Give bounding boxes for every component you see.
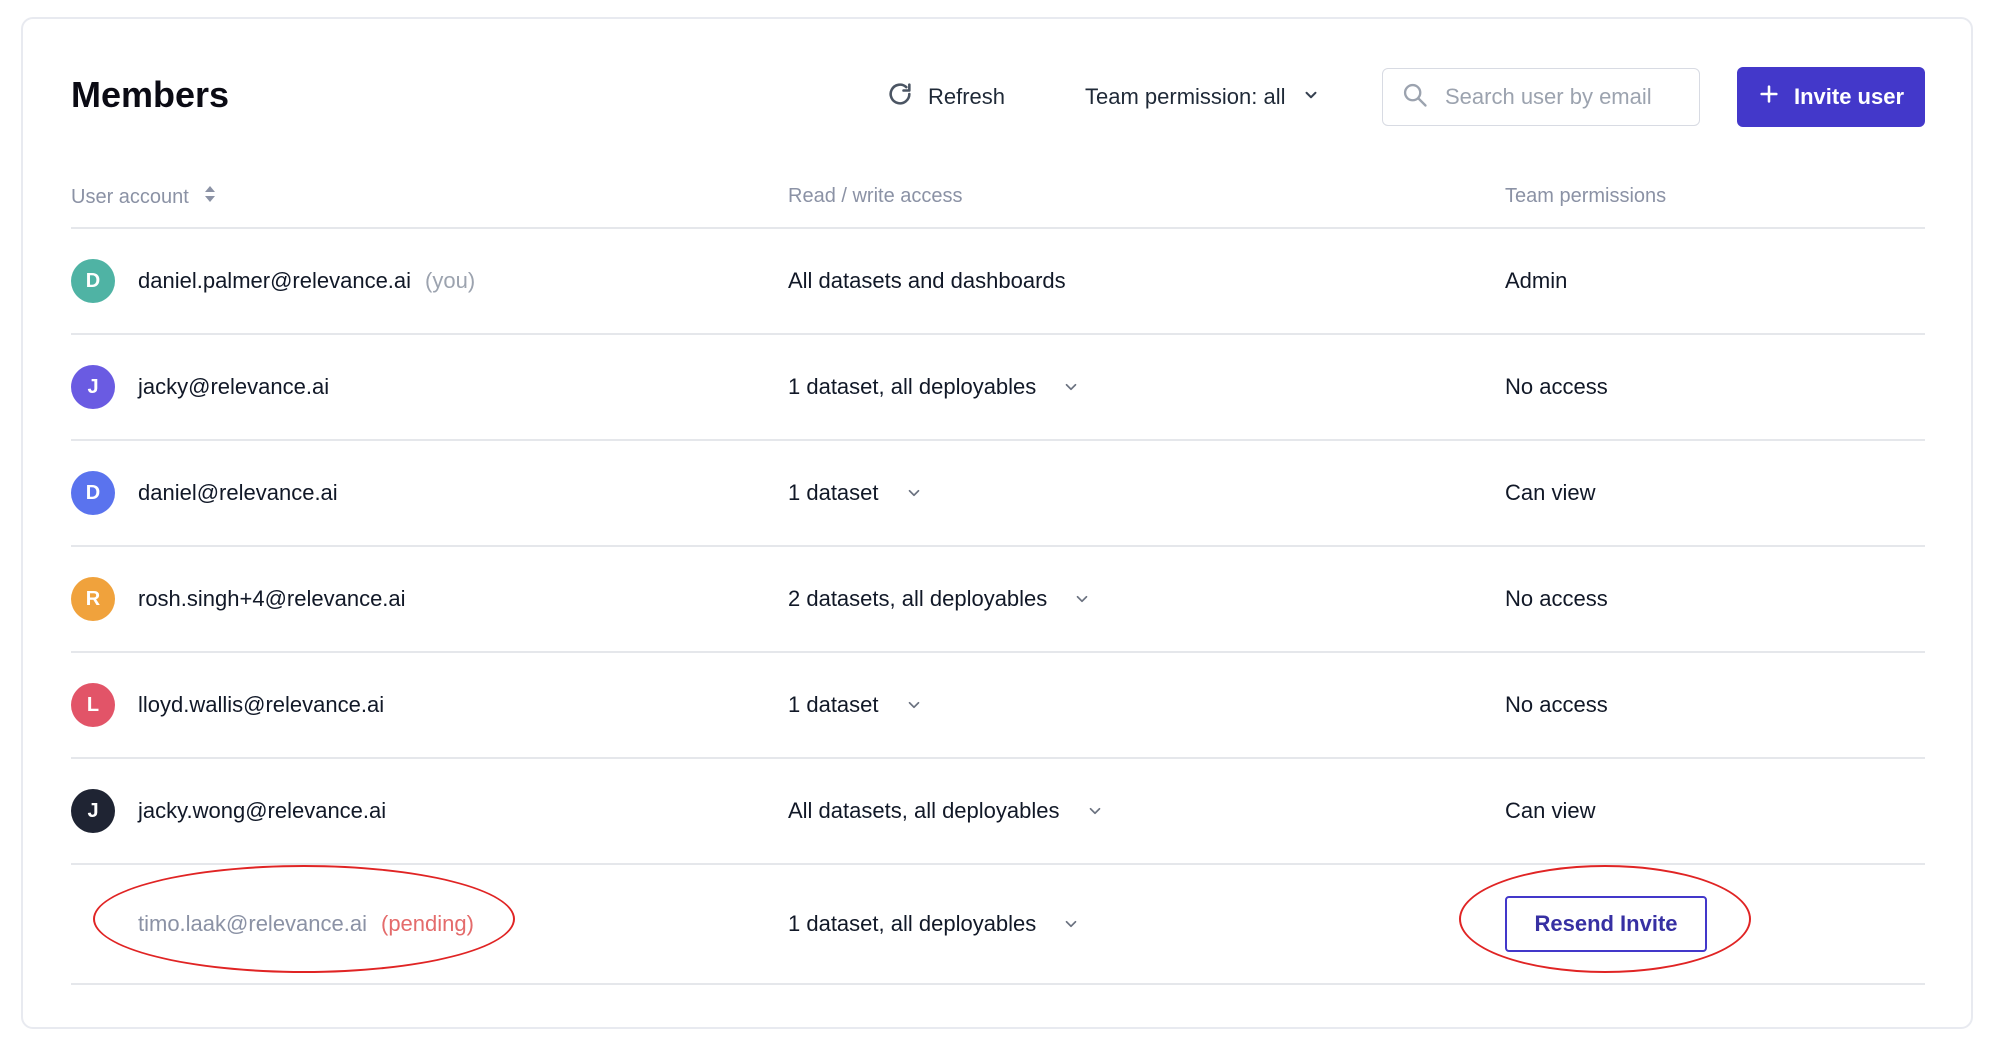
user-account-cell: D daniel.palmer@relevance.ai (you) (71, 229, 475, 333)
column-label-team-permissions: Team permissions (1505, 185, 1667, 207)
members-header: Members Refresh Team permission: all Inv… (71, 66, 1925, 128)
search-input[interactable] (1443, 83, 1677, 111)
column-header-read-write-access: Read / write access (788, 185, 963, 208)
access-cell: All datasets and dashboards (788, 229, 1066, 333)
user-account-cell: R rosh.singh+4@relevance.ai (71, 547, 406, 651)
refresh-label: Refresh (928, 84, 1006, 109)
permission-cell: No access (1505, 335, 1608, 439)
column-header-team-permissions: Team permissions (1505, 185, 1666, 208)
access-label: 2 datasets, all deployables (788, 586, 1048, 611)
avatar: D (71, 259, 115, 303)
access-dropdown[interactable]: 1 dataset, all deployables (788, 865, 1080, 983)
table-row: J jacky.wong@relevance.ai All datasets, … (71, 759, 1925, 865)
chevron-down-icon[interactable] (1062, 378, 1080, 396)
members-table: User account Read / write access Team pe… (71, 175, 1925, 985)
access-dropdown[interactable]: 2 datasets, all deployables (788, 547, 1091, 651)
table-row: J jacky@relevance.ai 1 dataset, all depl… (71, 335, 1925, 441)
pending-user-email: timo.laak@relevance.ai (138, 911, 367, 936)
access-dropdown[interactable]: 1 dataset, all deployables (788, 335, 1080, 439)
sort-icon[interactable] (203, 185, 217, 209)
permission-label: Admin (1505, 268, 1568, 293)
user-account-cell: J jacky@relevance.ai (71, 335, 329, 439)
user-email: jacky.wong@relevance.ai (138, 798, 387, 823)
user-email: daniel@relevance.ai (138, 480, 338, 505)
page-title: Members (71, 74, 230, 115)
access-dropdown[interactable]: 1 dataset (788, 653, 923, 757)
access-label: All datasets and dashboards (788, 268, 1066, 293)
avatar: J (71, 789, 115, 833)
permission-label: No access (1505, 374, 1608, 399)
permission-cell: No access (1505, 653, 1608, 757)
chevron-down-icon[interactable] (905, 696, 923, 714)
table-row: L lloyd.wallis@relevance.ai 1 dataset No… (71, 653, 1925, 759)
permission-label: No access (1505, 586, 1608, 611)
avatar: L (71, 683, 115, 727)
user-account-cell: timo.laak@relevance.ai (pending) (71, 865, 474, 983)
table-row: D daniel@relevance.ai 1 dataset Can view (71, 441, 1925, 547)
chevron-down-icon (1302, 84, 1320, 110)
invite-user-label: Invite user (1793, 84, 1905, 109)
user-email: jacky@relevance.ai (138, 374, 330, 399)
permission-label: No access (1505, 692, 1608, 717)
user-email: lloyd.wallis@relevance.ai (138, 692, 385, 717)
search-icon (1401, 81, 1429, 114)
chevron-down-icon[interactable] (905, 484, 923, 502)
avatar: D (71, 471, 115, 515)
access-label: 1 dataset (788, 480, 879, 505)
team-permission-filter[interactable]: Team permission: all (1085, 66, 1320, 128)
refresh-button[interactable]: Refresh (886, 66, 1005, 128)
access-dropdown[interactable]: All datasets, all deployables (788, 759, 1104, 863)
team-permission-filter-label: Team permission: all (1085, 84, 1286, 109)
permission-cell: Can view (1505, 441, 1595, 545)
permission-label: Can view (1505, 798, 1596, 823)
access-dropdown[interactable]: 1 dataset (788, 441, 923, 545)
column-label-read-write-access: Read / write access (788, 185, 963, 207)
table-row: D daniel.palmer@relevance.ai (you) All d… (71, 229, 1925, 335)
invite-user-button[interactable]: Invite user (1737, 67, 1925, 127)
column-label-user-account: User account (71, 185, 189, 208)
pending-tag: (pending) (381, 911, 474, 936)
chevron-down-icon[interactable] (1073, 590, 1091, 608)
you-tag: (you) (425, 268, 476, 293)
user-account-cell: L lloyd.wallis@relevance.ai (71, 653, 384, 757)
user-email: daniel.palmer@relevance.ai (138, 268, 412, 293)
search-box[interactable] (1382, 68, 1700, 126)
table-row: R rosh.singh+4@relevance.ai 2 datasets, … (71, 547, 1925, 653)
permission-cell: Admin (1505, 229, 1567, 333)
access-label: 1 dataset, all deployables (788, 911, 1037, 936)
access-label: All datasets, all deployables (788, 798, 1060, 823)
plus-icon (1758, 83, 1780, 111)
table-row-pending: timo.laak@relevance.ai (pending) 1 datas… (71, 865, 1925, 985)
chevron-down-icon[interactable] (1062, 915, 1080, 933)
chevron-down-icon[interactable] (1086, 802, 1104, 820)
permission-cell: Can view (1505, 759, 1595, 863)
avatar: J (71, 365, 115, 409)
table-header: User account Read / write access Team pe… (71, 175, 1925, 229)
column-header-user-account[interactable]: User account (71, 185, 217, 209)
avatar: R (71, 577, 115, 621)
permission-cell: No access (1505, 547, 1608, 651)
access-label: 1 dataset, all deployables (788, 374, 1037, 399)
resend-invite-button[interactable]: Resend Invite (1505, 896, 1707, 952)
refresh-icon (886, 80, 914, 114)
user-account-cell: D daniel@relevance.ai (71, 441, 338, 545)
user-email: rosh.singh+4@relevance.ai (138, 586, 406, 611)
permission-label: Can view (1505, 480, 1596, 505)
access-label: 1 dataset (788, 692, 879, 717)
user-account-cell: J jacky.wong@relevance.ai (71, 759, 386, 863)
